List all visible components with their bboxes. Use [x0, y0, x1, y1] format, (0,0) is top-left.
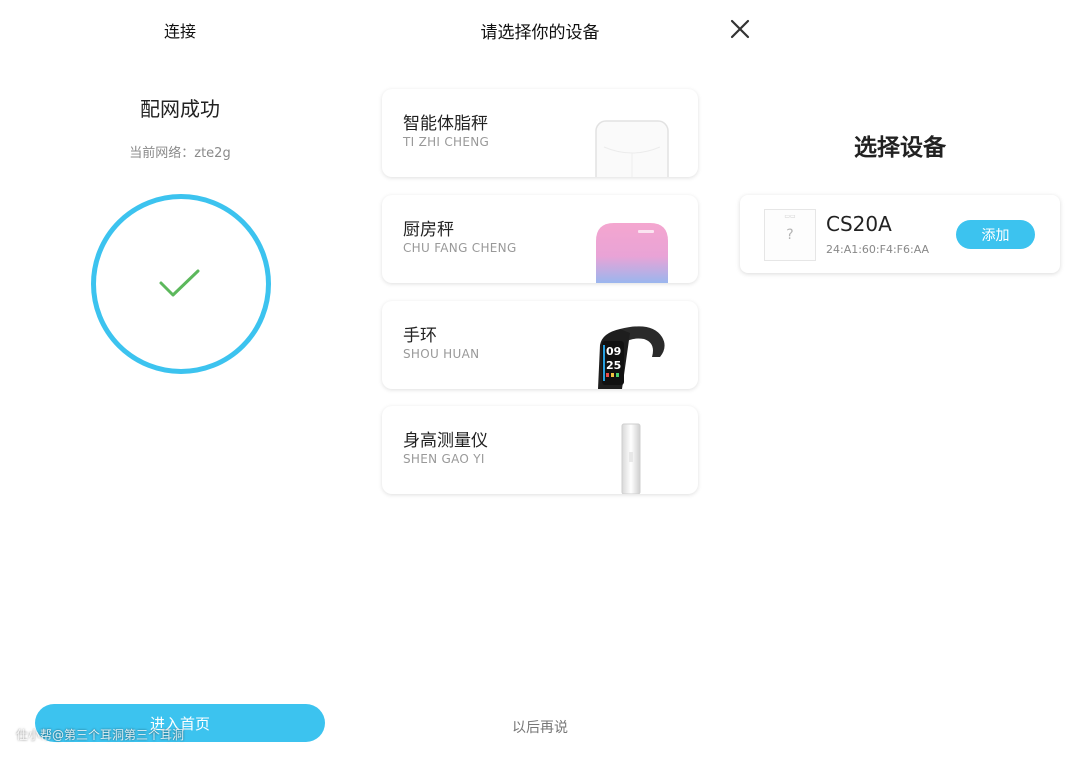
select-device-title: 请选择你的设备: [480, 23, 600, 43]
device-pinyin: SHEN GAO YI: [403, 452, 485, 466]
body-fat-scale-image: [595, 120, 669, 177]
device-name: 身高测量仪: [403, 431, 488, 451]
watermark-text: 仕小帮@第三个耳洞第三个耳洞: [16, 728, 185, 742]
fitness-band-image: 09 25: [598, 326, 665, 389]
add-device-button[interactable]: 添加: [956, 220, 1035, 249]
placeholder-mark: ▭▭: [784, 213, 796, 220]
device-name: 手环: [403, 326, 437, 346]
device-name: 厨房秤: [403, 220, 454, 240]
device-mac-address: 24:A1:60:F4:F6:AA: [826, 243, 930, 256]
band-hour-text: 09: [606, 345, 621, 358]
device-pinyin: SHOU HUAN: [403, 347, 480, 361]
device-name: 智能体脂秤: [403, 114, 488, 134]
connect-title: 连接: [163, 22, 196, 41]
band-minute-text: 25: [606, 359, 621, 372]
question-mark-icon: ?: [786, 227, 794, 243]
device-card-body-fat-scale[interactable]: 智能体脂秤 TI ZHI CHENG: [382, 89, 698, 177]
kitchen-scale-image: [596, 223, 668, 283]
close-icon[interactable]: [727, 16, 753, 42]
device-model-name: CS20A: [826, 212, 892, 236]
later-link[interactable]: 以后再说: [380, 717, 700, 737]
current-network-label: 当前网络：zte2g: [129, 146, 231, 161]
device-pinyin: TI ZHI CHENG: [403, 135, 490, 149]
device-card-kitchen-scale[interactable]: 厨房秤 CHU FANG CHENG: [382, 195, 698, 283]
select-device-heading: 选择设备: [854, 135, 946, 161]
device-pinyin: CHU FANG CHENG: [403, 241, 517, 255]
device-card-height-meter[interactable]: 身高测量仪 SHEN GAO YI: [382, 406, 698, 494]
network-success-heading: 配网成功: [140, 97, 220, 121]
height-meter-image: [621, 423, 641, 494]
checkmark-icon: [159, 269, 200, 297]
device-card-fitness-band[interactable]: 手环 SHOU HUAN 09 25: [382, 301, 698, 389]
device-placeholder-image: ▭▭ ?: [764, 209, 816, 261]
